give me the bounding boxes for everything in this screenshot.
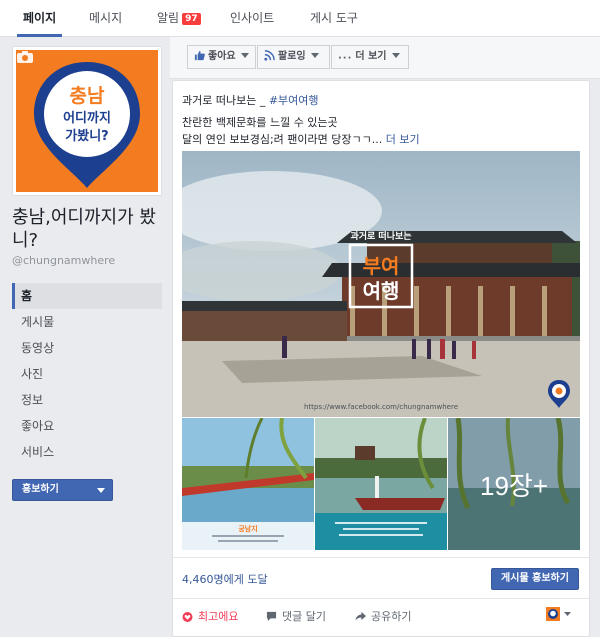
boat-pavilion-photo (315, 418, 447, 550)
promote-button-label: 홍보하기 (22, 484, 59, 495)
post-title-text: 과거로 떠나보는 _ (182, 94, 269, 107)
profile-picture-image: 충남 어디까지 가봤니? (16, 50, 158, 192)
post-line-2: 달의 연인 보보경심;려 팬이라면 당장ㄱㄱ... (182, 133, 383, 146)
left-column: 충남 어디까지 가봤니? 충남,어디까지가 봤니? @chungnamwhere… (0, 37, 170, 637)
tab-notifications-label: 알림 (157, 11, 180, 25)
nav-item-likes[interactable]: 좋아요 (12, 413, 162, 439)
tab-publishing-tools[interactable]: 게시 도구 (304, 0, 364, 37)
tab-page-label: 페이지 (23, 11, 57, 25)
chevron-down-icon (97, 488, 105, 493)
like-page-label: 좋아요 (208, 51, 236, 62)
like-page-button[interactable]: 좋아요 (187, 45, 256, 69)
more-dots-icon: ··· (338, 53, 353, 64)
nav-item-videos[interactable]: 동영상 (12, 335, 162, 361)
nav-item-photos[interactable]: 사진 (12, 361, 162, 387)
tab-page[interactable]: 페이지 (17, 0, 63, 37)
tab-insights[interactable]: 인사이트 (224, 0, 280, 37)
nav-item-about[interactable]: 정보 (12, 387, 162, 413)
comment-icon (266, 611, 277, 622)
page-name[interactable]: 충남,어디까지가 봤니? (12, 206, 167, 252)
overlay-subtitle: 과거로 떠나보는 (350, 230, 411, 242)
cover-text-line2: 어디까지 (63, 110, 111, 126)
tab-messages[interactable]: 메시지 (83, 0, 128, 37)
tab-notifications[interactable]: 알림 97 (151, 0, 207, 37)
post-photo-thumb-1[interactable]: 궁남지 (182, 418, 314, 550)
comment-label: 댓글 달기 (282, 610, 326, 623)
tab-publishing-tools-label: 게시 도구 (310, 11, 358, 25)
page-action-bar: 좋아요 팔로잉 ··· 더 보기 (170, 37, 600, 79)
post-photo-thumb-3[interactable]: 19장+ (448, 418, 580, 550)
love-reaction-button[interactable]: 최고에요 (182, 608, 238, 624)
map-pin-logo: 충남 어디까지 가봤니? (34, 62, 140, 188)
post-title: 과거로 떠나보는 _ #부여여행 (182, 92, 319, 108)
post-photo-thumb-2[interactable] (315, 418, 447, 550)
page-nav: 홈 게시물 동영상 사진 정보 좋아요 서비스 (12, 283, 162, 465)
page-avatar-icon (546, 607, 571, 621)
post-body: 찬란한 백제문화를 느낄 수 있는곳 달의 연인 보보경심;려 팬이라면 당장ㄱ… (182, 114, 582, 148)
profile-picture[interactable]: 충남 어디까지 가봤니? (12, 46, 162, 196)
follow-page-button[interactable]: 팔로잉 (257, 45, 330, 69)
camera-icon[interactable] (16, 50, 34, 64)
more-options-button[interactable]: ··· 더 보기 (331, 45, 409, 69)
overlay-title-top: 부여 (363, 254, 400, 278)
more-options-label: 더 보기 (355, 51, 387, 62)
comment-button[interactable]: 댓글 달기 (266, 608, 326, 624)
nav-item-home[interactable]: 홈 (12, 283, 162, 309)
boost-post-button[interactable]: 게시물 홍보하기 (491, 568, 579, 590)
lake-bridge-photo: 궁남지 (182, 418, 314, 550)
tab-messages-label: 메시지 (89, 11, 123, 25)
chevron-down-icon (310, 53, 319, 58)
nav-item-services[interactable]: 서비스 (12, 439, 162, 465)
share-button[interactable]: 공유하기 (355, 608, 411, 624)
page-username[interactable]: @chungnamwhere (12, 254, 115, 267)
share-label: 공유하기 (371, 610, 412, 623)
share-icon (355, 611, 366, 621)
overlay-title-bottom: 여행 (363, 279, 400, 303)
love-reaction-label: 최고에요 (198, 610, 239, 623)
tab-insights-label: 인사이트 (230, 11, 275, 25)
thumbs-up-icon (194, 50, 205, 61)
rss-icon (264, 50, 275, 61)
palace-photo: 과거로 떠나보는 부여 여행 https://www.facebook.com/… (182, 151, 580, 417)
post-card: 과거로 떠나보는 _ #부여여행 찬란한 백제문화를 느낄 수 있는곳 달의 연… (172, 80, 590, 637)
heart-icon (182, 612, 193, 622)
chevron-down-icon (391, 53, 400, 58)
post-line-1: 찬란한 백제문화를 느낄 수 있는곳 (182, 116, 338, 129)
cover-text-line3: 가봤니? (65, 129, 108, 144)
post-main-photo[interactable]: 과거로 떠나보는 부여 여행 https://www.facebook.com/… (182, 151, 580, 417)
post-action-row: 최고에요 댓글 달기 공유하기 (173, 599, 589, 631)
thumb-caption: 궁남지 (238, 524, 257, 533)
notification-badge: 97 (182, 13, 201, 25)
post-photo-grid: 궁남지 19장+ (182, 418, 580, 550)
cover-text-line1: 충남 (70, 85, 105, 107)
post-as-page-selector[interactable] (545, 606, 573, 622)
post-insights-row: 4,460명에게 도달 게시물 홍보하기 (173, 557, 589, 599)
post-reach[interactable]: 4,460명에게 도달 (182, 571, 268, 587)
follow-page-label: 팔로잉 (278, 51, 306, 62)
post-hashtag[interactable]: #부여여행 (269, 94, 319, 107)
chevron-down-icon (240, 53, 249, 58)
nav-item-posts[interactable]: 게시물 (12, 309, 162, 335)
more-photos-count: 19장+ (448, 418, 580, 550)
promote-button[interactable]: 홍보하기 (12, 479, 113, 501)
page-tab-bar: 페이지 메시지 알림 97 인사이트 게시 도구 (0, 0, 600, 37)
see-more-link[interactable]: 더 보기 (386, 133, 420, 146)
overlay-url: https://www.facebook.com/chungnamwhere (304, 403, 458, 411)
